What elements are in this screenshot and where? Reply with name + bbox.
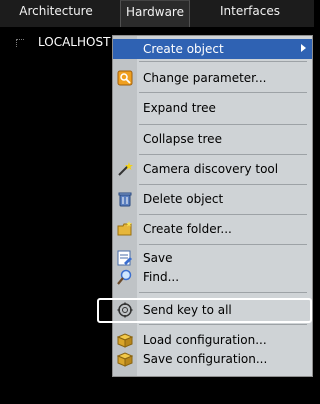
menu-item-save-configuration[interactable]: Save configuration... [113, 349, 312, 369]
recycle-bin-icon [118, 192, 132, 207]
tab-interfaces[interactable]: Interfaces [190, 0, 310, 26]
menu-item-expand-tree[interactable]: Expand tree [113, 98, 312, 118]
menu-item-label: Delete object [143, 192, 224, 206]
tab-bar: Architecture Hardware Interfaces [0, 0, 314, 27]
menu-item-load-configuration[interactable]: Load configuration... [113, 330, 312, 350]
load-box-icon [117, 333, 133, 348]
magnifier-icon [117, 269, 132, 285]
save-box-icon [117, 352, 133, 367]
submenu-arrow-icon [301, 44, 306, 52]
parameter-icon [117, 70, 133, 86]
menu-item-label: Create object [143, 42, 224, 56]
highlight-callout [97, 298, 312, 323]
menu-item-label: Save configuration... [143, 352, 268, 366]
tree-connector-icon [16, 39, 24, 47]
menu-item-find[interactable]: Find... [113, 267, 312, 287]
menu-item-camera-discovery[interactable]: Camera discovery tool [113, 159, 312, 179]
menu-item-label: Camera discovery tool [143, 162, 279, 176]
menu-separator [139, 324, 307, 325]
menu-separator [139, 244, 307, 245]
menu-item-save[interactable]: Save [113, 248, 312, 268]
menu-separator [139, 292, 307, 293]
menu-separator [139, 184, 307, 185]
menu-separator [139, 154, 307, 155]
new-folder-icon [117, 221, 132, 236]
menu-item-label: Find... [143, 270, 180, 284]
save-icon [117, 250, 132, 266]
menu-item-label: Expand tree [143, 101, 216, 115]
tab-hardware[interactable]: Hardware [120, 0, 190, 27]
menu-item-label: Change parameter... [143, 71, 267, 85]
menu-item-label: Create folder... [143, 222, 232, 236]
menu-item-label: Collapse tree [143, 132, 222, 146]
menu-item-label: Save [143, 251, 173, 265]
menu-item-create-object[interactable]: Create object [113, 39, 312, 59]
menu-separator [139, 61, 307, 62]
magic-wand-icon [118, 162, 133, 176]
menu-item-create-folder[interactable]: Create folder... [113, 219, 312, 239]
menu-separator [139, 92, 307, 93]
menu-item-collapse-tree[interactable]: Collapse tree [113, 129, 312, 149]
menu-item-label: Load configuration... [143, 333, 267, 347]
menu-item-change-parameter[interactable]: Change parameter... [113, 68, 312, 88]
menu-separator [139, 124, 307, 125]
menu-separator [139, 214, 307, 215]
menu-item-delete-object[interactable]: Delete object [113, 189, 312, 209]
context-menu: Create object Change parameter... Expand… [112, 35, 313, 377]
tab-architecture[interactable]: Architecture [0, 0, 112, 26]
